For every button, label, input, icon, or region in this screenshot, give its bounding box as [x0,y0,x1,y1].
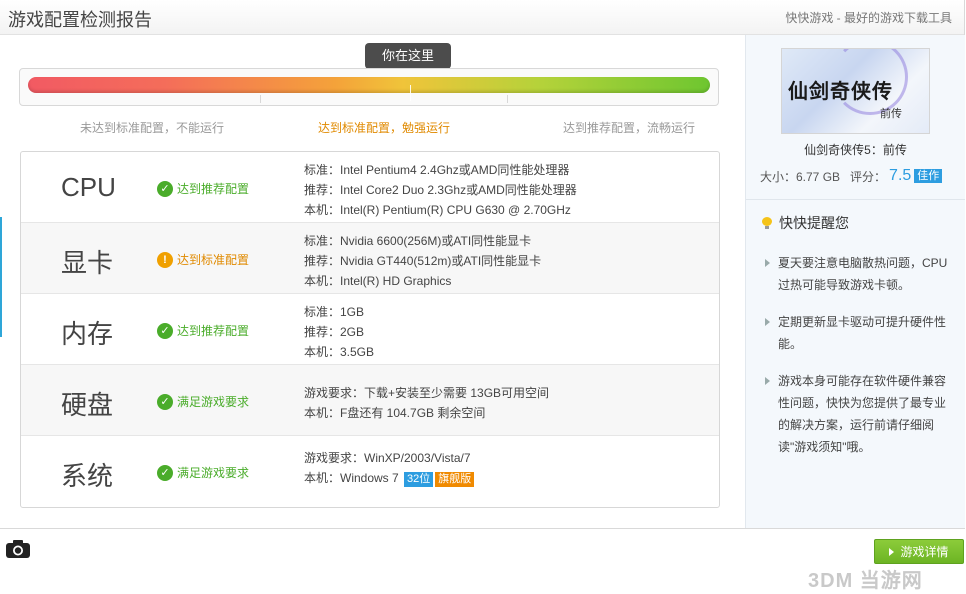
status-text: 满足游戏要求 [177,395,250,409]
row-details: 游戏要求：WinXP/2003/Vista/7 本机：Windows 7 32位… [304,448,475,488]
row-status: ✓ 达到推荐配置 [157,322,249,339]
status-text: 达到标准配置 [177,253,250,267]
status-text: 满足游戏要求 [177,466,250,480]
cover-title: 仙剑奇侠传 [788,79,893,103]
detail-line: 本机：Intel(R) Pentium(R) CPU G630 @ 2.70GH… [304,203,571,217]
detail-line: 游戏要求：WinXP/2003/Vista/7 [304,451,471,465]
game-meta: 大小：6.77 GB 评分： 7.5 佳作 [760,167,943,185]
check-icon: ✓ [157,322,173,339]
you-are-here-pin: 你在这里 [365,43,451,75]
score-tag: 佳作 [914,169,943,183]
row-details: 标准：Intel Pentium4 2.4Ghz或AMD同性能处理器 推荐：In… [304,160,577,220]
tip-item: 夏天要注意电脑散热问题，CPU过热可能导致游戏卡顿。 [765,252,948,296]
row-disk: 硬盘 ✓ 满足游戏要求 游戏要求：下载+安装至少需要 13GB可用空间 本机：F… [21,365,719,436]
detail-line: 本机：Windows 7 [304,471,399,485]
row-status: ! 达到标准配置 [157,251,249,268]
game-name: 仙剑奇侠传5：前传 [804,143,907,157]
row-cpu: CPU ✓ 达到推荐配置 标准：Intel Pentium4 2.4Ghz或AM… [21,152,719,223]
scale-label-standard: 达到标准配置，勉强运行 [318,121,451,135]
detail-line: 标准：Nvidia 6600(256M)或ATI同性能显卡 [304,234,532,248]
report-window: 游戏配置检测报告 快快游戏 - 最好的游戏下载工具 你在这里 未达到标准配置，不… [0,0,965,529]
page-title: 游戏配置检测报告 [8,10,152,30]
game-details-label: 游戏详情 [900,545,949,559]
row-status: ✓ 满足游戏要求 [157,393,249,410]
sidebar-divider [746,199,965,200]
detail-line: 推荐：Intel Core2 Duo 2.3Ghz或AMD同性能处理器 [304,183,577,197]
row-name: 显卡 [61,248,114,278]
game-size: 大小：6.77 GB [760,169,841,184]
row-name: CPU [61,172,116,202]
header-bar: 游戏配置检测报告 快快游戏 - 最好的游戏下载工具 [0,0,964,35]
row-details: 标准：1GB 推荐：2GB 本机：3.5GB [304,302,374,362]
camera-icon[interactable] [5,539,31,559]
bar-divider [507,95,508,103]
game-cover-image[interactable]: 仙剑奇侠传 前传 [781,48,930,134]
status-text: 达到推荐配置 [177,182,250,196]
check-icon: ✓ [157,464,173,481]
header-slogan: 快快游戏 - 最好的游戏下载工具 [785,11,952,25]
check-icon: ✓ [157,180,173,197]
detail-line-with-tags: 本机：Windows 7 32位 旗舰版 [304,468,475,488]
detail-line: 标准：Intel Pentium4 2.4Ghz或AMD同性能处理器 [304,163,570,177]
tip-item: 游戏本身可能存在软件硬件兼容性问题，快快为您提供了最专业的解决方案，运行前请仔细… [765,370,948,458]
row-details: 标准：Nvidia 6600(256M)或ATI同性能显卡 推荐：Nvidia … [304,231,541,291]
left-edge-accent [0,217,2,337]
row-name: 系统 [61,461,114,491]
level-marker [409,85,411,101]
config-level-gradient [28,77,710,101]
detail-line: 游戏要求：下载+安装至少需要 13GB可用空间 [304,386,550,400]
score-label: 评分： [850,169,887,184]
detail-line: 推荐：2GB [304,325,365,339]
detail-line: 本机：Intel(R) HD Graphics [304,274,452,288]
cover-subtitle: 前传 [880,107,902,120]
check-icon: ✓ [157,393,173,410]
config-table: CPU ✓ 达到推荐配置 标准：Intel Pentium4 2.4Ghz或AM… [20,151,720,508]
row-status: ✓ 达到推荐配置 [157,180,249,197]
row-name: 硬盘 [61,390,114,420]
site-watermark: 3DM 当游网 [808,570,923,592]
row-os: 系统 ✓ 满足游戏要求 游戏要求：WinXP/2003/Vista/7 本机：W… [21,436,719,506]
bar-divider [260,95,261,103]
row-memory: 内存 ✓ 达到推荐配置 标准：1GB 推荐：2GB 本机：3.5GB [21,294,719,365]
detail-line: 标准：1GB [304,305,365,319]
bulb-icon [762,217,772,229]
tips-title: 快快提醒您 [762,213,849,233]
scale-label-below-standard: 未达到标准配置，不能运行 [80,121,225,135]
row-gpu: 显卡 ! 达到标准配置 标准：Nvidia 6600(256M)或ATI同性能显… [21,223,719,294]
game-sidebar: 仙剑奇侠传 前传 仙剑奇侠传5：前传 大小：6.77 GB 评分： 7.5 佳作… [745,35,965,528]
tip-item: 定期更新显卡驱动可提升硬件性能。 [765,311,948,355]
config-level-bar [19,68,719,106]
scale-label-recommended: 达到推荐配置，流畅运行 [563,121,696,135]
game-score: 7.5 [889,167,912,184]
row-status: ✓ 满足游戏要求 [157,464,249,481]
os-bit-tag: 32位 [404,472,434,487]
row-details: 游戏要求：下载+安装至少需要 13GB可用空间 本机：F盘还有 104.7GB … [304,383,549,423]
game-details-button[interactable]: 游戏详情 [874,539,964,564]
play-triangle-icon [889,548,895,556]
row-name: 内存 [61,319,114,349]
detail-line: 本机：3.5GB [304,345,375,359]
os-edition-tag: 旗舰版 [435,472,475,487]
detail-line: 推荐：Nvidia GT440(512m)或ATI同性能显卡 [304,254,542,268]
detail-line: 本机：F盘还有 104.7GB 剩余空间 [304,406,486,420]
warning-icon: ! [157,251,173,268]
tips-title-text: 快快提醒您 [779,215,849,231]
status-text: 达到推荐配置 [177,324,250,338]
